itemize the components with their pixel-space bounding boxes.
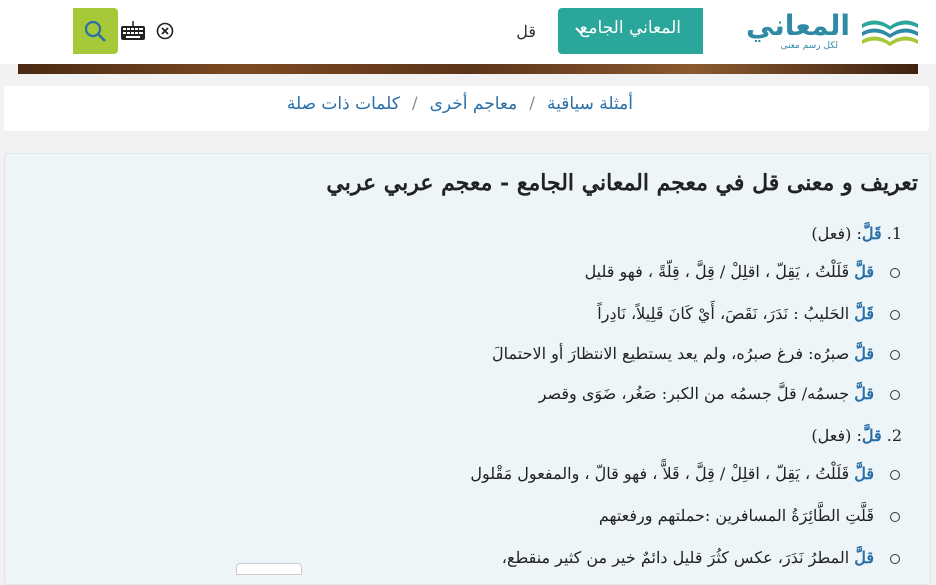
bullet-icon [890, 470, 900, 480]
site-header: المعاني لكل رسم معنى المعاني الجامع [0, 0, 936, 64]
definition-text: قَلَّتِ الطَّائِرَةُ المسافرين :حملتهم و… [598, 506, 874, 525]
bullet-icon [890, 512, 900, 522]
headword[interactable]: قلَّ [854, 548, 874, 567]
definition-heading-1: 1. قَلَّ: (فعل) [811, 224, 902, 243]
definition-text: قَلَلْتُ ، يَقِلّ ، اقلِلْ / قِلَّ ، قَل… [470, 464, 855, 483]
headword[interactable]: قَلَّ [862, 224, 882, 243]
dictionary-select[interactable]: المعاني الجامع [558, 8, 703, 54]
list-item: قَلَّ الحَليبُ : نَدَرَ، نَقَصَ، أَيْ كَ… [597, 304, 874, 323]
definition-text: قَلَلْتُ ، يَقِلّ ، اقلِلْ / قِلَّ ، قِل… [584, 262, 855, 281]
definition-text: صبرُه: فرغ صبرُه، ولم يعد يستطيع الانتظا… [492, 344, 855, 363]
search-icon [84, 20, 106, 42]
list-item: قَلَّتِ الطَّائِرَةُ المسافرين :حملتهم و… [599, 506, 874, 525]
chevron-down-icon [575, 27, 587, 35]
separator: / [411, 94, 418, 114]
headword[interactable]: قلَّ [854, 384, 874, 403]
related-links-bar: أمثلة سياقية / معاجم أخرى / كلمات ذات صل… [4, 86, 929, 131]
search-input[interactable] [218, 8, 558, 54]
headword[interactable]: قلَّ [862, 426, 882, 445]
floating-tab[interactable] [236, 563, 302, 575]
headword[interactable]: قلَّ [854, 262, 874, 281]
bullet-icon [890, 390, 900, 400]
bullet-icon [890, 268, 900, 278]
link-contextual-examples[interactable]: أمثلة سياقية [547, 94, 633, 114]
search-button[interactable] [73, 8, 118, 54]
bullet-icon [890, 350, 900, 360]
definition-text: الحَليبُ : نَدَرَ، نَقَصَ، أَيْ كَانَ قَ… [597, 304, 855, 323]
bullet-icon [890, 310, 900, 320]
site-logo[interactable]: المعاني لكل رسم معنى [745, 8, 920, 56]
page-title: تعريف و معنى قل في معجم المعاني الجامع -… [326, 170, 918, 196]
definition-text: جسمُه/ قلَّ جسمُه من الكبر: صَغُر، ضَوَى… [538, 384, 855, 403]
part-of-speech: : (فعل) [811, 426, 862, 445]
banner-strip [18, 64, 918, 74]
headword[interactable]: قَلَّ [854, 304, 874, 323]
search-box [118, 8, 558, 54]
list-item: قلَّ قَلَلْتُ ، يَقِلّ ، اقلِلْ / قِلَّ … [470, 464, 874, 483]
list-item: قلَّ المطرُ نَدَرَ، عكس كثُرَ قليل دائمٌ… [502, 548, 874, 567]
list-item: قلَّ صبرُه: فرغ صبرُه، ولم يعد يستطيع ال… [492, 344, 874, 363]
list-item: قلَّ جسمُه/ قلَّ جسمُه من الكبر: صَغُر، … [539, 384, 874, 403]
keyboard-icon[interactable] [120, 20, 146, 42]
logo-wordmark: المعاني [745, 9, 850, 42]
headword[interactable]: قلَّ [854, 464, 874, 483]
link-other-dictionaries[interactable]: معاجم أخرى [430, 94, 518, 114]
headword[interactable]: قلَّ [854, 344, 874, 363]
separator: / [529, 94, 535, 114]
definition-number: 1. [886, 224, 902, 243]
clear-icon[interactable] [156, 22, 174, 40]
definition-text: المطرُ نَدَرَ، عكس كثُرَ قليل دائمٌ خير … [501, 548, 855, 567]
link-related-words[interactable]: كلمات ذات صلة [287, 94, 400, 114]
list-item: قلَّ قَلَلْتُ ، يَقِلّ ، اقلِلْ / قِلَّ … [585, 262, 874, 281]
definition-number: 2. [886, 426, 902, 445]
definition-panel: تعريف و معنى قل في معجم المعاني الجامع -… [4, 153, 931, 585]
book-logo-icon [862, 20, 918, 46]
definition-heading-2: 2. قلَّ: (فعل) [811, 426, 902, 445]
dictionary-select-label: المعاني الجامع [579, 18, 681, 38]
part-of-speech: : (فعل) [811, 224, 862, 243]
logo-tagline: لكل رسم معنى [780, 41, 838, 51]
bullet-icon [890, 554, 900, 564]
